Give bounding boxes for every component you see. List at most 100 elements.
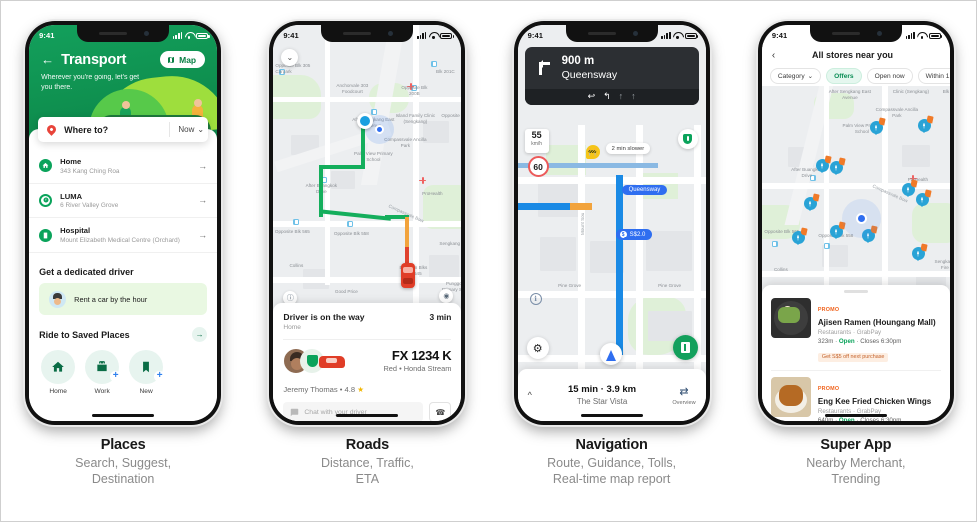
- merchant-pin[interactable]: [911, 243, 928, 263]
- compass-icon[interactable]: ◉: [439, 289, 454, 303]
- safety-shield-button[interactable]: [677, 129, 698, 149]
- toll-amount: S$2.0: [629, 231, 646, 238]
- add-icon[interactable]: +: [154, 371, 166, 382]
- overview-label: Overview: [672, 399, 696, 406]
- stores-header: ‹ All stores near you: [761, 43, 950, 67]
- filter-chip-row: Category ⌄ Offers Open now Within 1 km: [761, 66, 950, 86]
- panel-navigation: Mount Sou Pine Grove Pine Grove 55 km/h …: [490, 1, 734, 487]
- current-speed-indicator: 55 km/h: [524, 129, 549, 153]
- merchant-pin[interactable]: [815, 155, 832, 175]
- offer-tag-icon: [800, 227, 808, 236]
- gear-icon[interactable]: ⚙: [526, 337, 549, 359]
- slower-route-callout[interactable]: 2 min slower: [605, 143, 651, 154]
- filter-chip-offers[interactable]: Offers: [826, 68, 862, 84]
- phone-notch: [77, 25, 170, 42]
- section-heading: Ride to Saved Places: [39, 329, 130, 340]
- map-button[interactable]: Map: [160, 51, 206, 68]
- list-item[interactable]: PROMO Ajisen Ramen (Houngang Mall) Resta…: [770, 298, 941, 372]
- caption-line-1: Nearby Merchant,: [806, 456, 906, 470]
- overview-button[interactable]: ⇄ Overview: [672, 385, 695, 406]
- merchant-list[interactable]: PROMO Ajisen Ramen (Houngang Mall) Resta…: [761, 285, 950, 421]
- rent-car-label: Rent a car by the hour: [74, 294, 148, 304]
- rent-car-card[interactable]: Rent a car by the hour: [39, 283, 208, 315]
- filter-chip-category[interactable]: Category ⌄: [769, 68, 822, 84]
- list-item-title: Home: [60, 157, 82, 166]
- trip-status: Driver is on the way: [283, 312, 365, 322]
- merchant-pin[interactable]: [829, 221, 846, 241]
- merchant-closing-time: Closes 6:30pm: [860, 338, 902, 346]
- merchant-pin[interactable]: [791, 227, 808, 247]
- maneuver-text: 900 m Queensway: [562, 55, 617, 82]
- filter-chip-label: Open now: [874, 72, 905, 80]
- map-label: Collins: [289, 263, 304, 268]
- phone-mockup-places: 9:41 ← Transport Map Wherever you're goi…: [25, 21, 222, 425]
- hospital-icon: [39, 228, 53, 242]
- merchant-category: Restaurants · GrabPay: [817, 329, 882, 337]
- filter-chip-open-now[interactable]: Open now: [866, 68, 913, 84]
- phone-mockup-roads: Opposite Blk 305 Carpark Blk 201C Anchor…: [269, 21, 466, 425]
- list-item[interactable]: Hospital Mount Elizabeth Medical Centre …: [29, 218, 218, 253]
- map-label: Blk 2: [942, 89, 950, 94]
- list-item[interactable]: LUMA 6 River Valley Grove →: [29, 184, 218, 219]
- toll-callout[interactable]: $ S$2.0: [615, 229, 653, 240]
- home-icon: [41, 350, 76, 384]
- merchant-pin[interactable]: [869, 117, 886, 137]
- promo-badge: PROMO: [817, 386, 840, 393]
- merchant-pin[interactable]: [917, 115, 934, 135]
- promo-badge: PROMO: [817, 307, 840, 313]
- trip-destination: Home: [283, 324, 301, 331]
- chat-input[interactable]: Chat with your driver: [283, 402, 424, 421]
- caption-line-1: Route, Guidance, Tolls,: [547, 456, 677, 470]
- panel-super-app: After Sengkang East Avenue Clinic (Sengk…: [734, 1, 977, 487]
- sheet-grabber[interactable]: [843, 290, 868, 293]
- shield-icon: [306, 355, 318, 367]
- caption-line-2: Destination: [91, 472, 155, 486]
- phone-icon[interactable]: ☎: [429, 402, 452, 421]
- roadwork-icon[interactable]: 🚧: [585, 145, 600, 159]
- filter-chip-label: Category: [777, 72, 805, 80]
- saved-place-work[interactable]: + Work: [85, 350, 122, 395]
- report-icon[interactable]: [672, 335, 698, 360]
- filter-chip-within-1km[interactable]: Within 1 km: [917, 68, 950, 84]
- map-label: Sengkang Fire: [439, 241, 461, 246]
- lane-arrow-straight-1: ↑: [618, 91, 624, 102]
- merchant-name: Eng Kee Fried Chicken Wings: [817, 396, 932, 406]
- offer-tag-icon: [924, 189, 932, 198]
- info-icon[interactable]: ℹ: [529, 293, 542, 305]
- add-icon[interactable]: +: [110, 371, 122, 382]
- caption-subtitle: Distance, Traffic, ETA: [321, 455, 414, 487]
- transport-title-row: ← Transport Map: [41, 51, 206, 68]
- panel-roads: Opposite Blk 305 Carpark Blk 201C Anchor…: [245, 1, 489, 487]
- map-label: Blk 201C: [436, 69, 455, 74]
- merchant-pin[interactable]: [803, 193, 820, 213]
- status-time: 9:41: [39, 31, 55, 40]
- merchant-pin[interactable]: [915, 189, 932, 209]
- home-indicator: [580, 414, 643, 417]
- saved-place-home[interactable]: Home: [41, 350, 76, 395]
- driver-name: Jeremy Thomas • 4.8: [283, 385, 356, 394]
- wifi-icon: [429, 32, 438, 39]
- merchant-status: 323m · Open · Closes 6:30pm: [817, 338, 902, 346]
- list-item[interactable]: Home 343 Kang Ching Roa →: [29, 149, 218, 184]
- phone-screen-super-app: After Sengkang East Avenue Clinic (Sengk…: [761, 25, 950, 421]
- vehicle-plate: FX 1234 K: [391, 348, 452, 363]
- trip-eta: 15 min · 3.9 km: [568, 384, 637, 395]
- time-selector[interactable]: Now ⌄: [169, 122, 204, 137]
- merchant-pin[interactable]: [829, 157, 846, 177]
- map-label: Collins: [773, 267, 788, 272]
- merchant-open-status: Open: [838, 417, 855, 421]
- filter-chip-label: Within 1 km: [925, 72, 950, 80]
- contact-row: Chat with your driver ☎: [283, 402, 452, 421]
- map-label: ProHealth: [422, 191, 443, 196]
- search-destination-field[interactable]: Where to? Now ⌄: [38, 117, 209, 142]
- saved-places-more-button[interactable]: →: [192, 327, 208, 342]
- battery-icon: [684, 32, 699, 39]
- merchant-pin[interactable]: [901, 179, 918, 199]
- map-label: Opposite Blk 565: [274, 229, 310, 234]
- saved-place-new[interactable]: + New: [129, 350, 166, 395]
- back-arrow-icon[interactable]: ←: [41, 53, 54, 66]
- caption-line-2: Trending: [831, 472, 881, 486]
- caption-line-1: Search, Suggest,: [75, 456, 172, 470]
- offer-tag-icon: [910, 179, 918, 188]
- battery-icon: [440, 32, 454, 39]
